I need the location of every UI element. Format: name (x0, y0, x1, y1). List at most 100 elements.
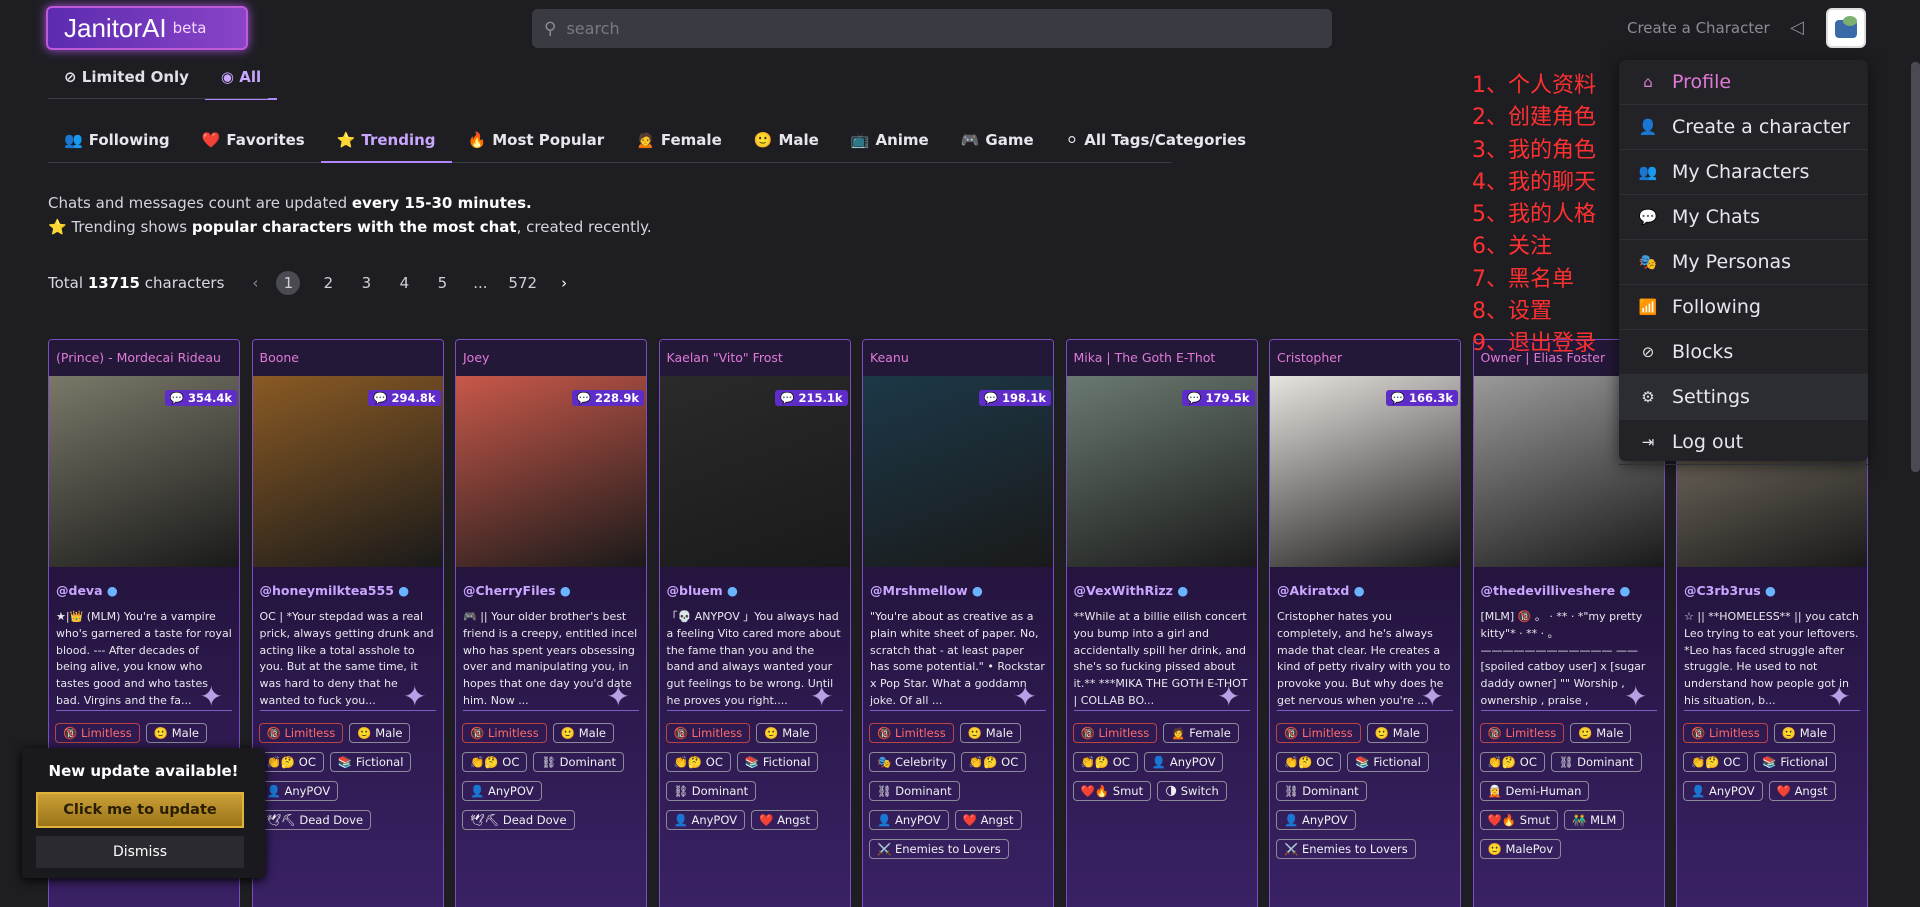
card-image[interactable]: 💬 215.1k (659, 376, 850, 567)
menu-item-following[interactable]: 📶 Following (1619, 285, 1868, 330)
page-3[interactable]: 3 (356, 274, 376, 292)
tag[interactable]: 👤 AnyPOV (1276, 810, 1356, 830)
tag[interactable]: 👏🤔 OC (960, 752, 1027, 772)
page-572[interactable]: 572 (508, 274, 537, 292)
card-image[interactable]: 💬 228.9k (456, 376, 646, 567)
tag[interactable]: ❤️ Angst (1768, 781, 1836, 801)
tab-following[interactable]: 👥 Following (48, 125, 186, 163)
dismiss-button[interactable]: Dismiss (36, 836, 244, 868)
tag[interactable]: 🙂 Male (349, 723, 411, 743)
tab-all-tags-categories[interactable]: ⚪ All Tags/Categories (1050, 125, 1262, 163)
card-creator[interactable]: @CherryFiles ● (456, 567, 646, 598)
tag[interactable]: 🔞 Limitless (1276, 723, 1361, 743)
tag[interactable]: ⛓ Dominant (1276, 781, 1367, 801)
page-1[interactable]: 1 (276, 271, 301, 295)
tag[interactable]: 🎭 Celebrity (869, 752, 955, 772)
tag[interactable]: ❤️🔥 Smut (1479, 810, 1559, 830)
announcement-icon[interactable]: ◁ (1790, 17, 1812, 39)
card-creator[interactable]: @Akiratxd ● (1270, 567, 1460, 598)
card-image[interactable]: 💬 354.4k (49, 376, 239, 567)
menu-item-blocks[interactable]: ⊘ Blocks (1619, 330, 1868, 375)
tag[interactable]: ⚔️ Enemies to Lovers (869, 839, 1009, 859)
tag[interactable]: 📚 Fictional (1347, 752, 1429, 772)
tag[interactable]: 📚 Fictional (1754, 752, 1836, 772)
tag[interactable]: 👤 AnyPOV (665, 810, 746, 830)
tag[interactable]: ⛓ Dominant (869, 781, 960, 801)
card-creator[interactable]: @VexWithRizz ● (1067, 567, 1257, 598)
tag[interactable]: 🔞 Limitless (258, 723, 344, 743)
tag[interactable]: 🙂 Male (552, 723, 614, 743)
tab-male[interactable]: 🙂 Male (738, 125, 835, 163)
tab-favorites[interactable]: ❤️ Favorites (186, 125, 321, 163)
tag[interactable]: 👏🤔 OC (1072, 752, 1138, 772)
character-card[interactable]: Keanu 💬 198.1k @Mrshmellow ● "You're about … (862, 339, 1054, 907)
tag[interactable]: 🙂 Male (959, 723, 1021, 743)
tag[interactable]: 🙍 Female (1163, 723, 1239, 743)
character-card[interactable]: Boone 💬 294.8k @honeymilktea555 ● OC | *You… (251, 339, 444, 907)
tag[interactable]: 🕊⛏ Dead Dove (462, 810, 575, 830)
tag[interactable]: 🔞 Limitless (869, 723, 954, 743)
character-card[interactable]: Joey 💬 228.9k @CherryFiles ● 🎮 || Your olde… (455, 339, 647, 907)
tag[interactable]: 👏🤔 OC (1276, 752, 1342, 772)
tag[interactable]: 🌗 Switch (1157, 781, 1227, 801)
menu-item-my-chats[interactable]: 💬 My Chats (1619, 195, 1868, 240)
tab-most-popular[interactable]: 🔥 Most Popular (452, 125, 621, 163)
tag[interactable]: 🙂 Male (145, 723, 207, 743)
menu-item-create-a-character[interactable]: 👤 Create a character (1619, 105, 1868, 150)
tag[interactable]: 🙂 Male (1773, 723, 1835, 743)
update-button[interactable]: Click me to update (36, 792, 244, 828)
tab-game[interactable]: 🎮 Game (945, 125, 1050, 163)
card-creator[interactable]: @Mrshmellow ● (863, 567, 1053, 598)
tag[interactable]: 🔞 Limitless (1072, 723, 1158, 743)
create-character-link[interactable]: Create a Character (1627, 19, 1770, 37)
tag[interactable]: 👏🤔 OC (1479, 752, 1545, 772)
menu-item-my-personas[interactable]: 🎭 My Personas (1619, 240, 1868, 285)
tab-trending[interactable]: ⭐ Trending (320, 125, 452, 163)
tag[interactable]: ⛓ Dominant (1550, 752, 1642, 772)
tag[interactable]: 👤 AnyPOV (258, 781, 339, 801)
tag[interactable]: 👏🤔 OC (258, 752, 324, 772)
logo[interactable]: JanitorAI beta (46, 6, 248, 50)
page-5[interactable]: 5 (432, 274, 452, 292)
tag[interactable]: 🙂 MalePov (1479, 839, 1562, 859)
tag[interactable]: 🙂 Male (1570, 723, 1632, 743)
menu-item-settings[interactable]: ⚙ Settings (1619, 375, 1868, 420)
tag[interactable]: 👏🤔 OC (1683, 752, 1749, 772)
character-card[interactable]: Kaelan "Vito" Frost 💬 215.1k @bluem ● 「💀 AN… (658, 339, 851, 907)
tab-female[interactable]: 🙍 Female (620, 125, 738, 163)
next-page-icon[interactable]: › (561, 274, 567, 292)
tag[interactable]: 📚 Fictional (329, 752, 412, 772)
card-creator[interactable]: @deva ● (49, 567, 239, 598)
tag[interactable]: 🧝 Demi-Human (1479, 781, 1590, 801)
card-image[interactable]: 💬 294.8k (252, 376, 443, 567)
tag[interactable]: 🙂 Male (1366, 723, 1428, 743)
filter-limited-only[interactable]: ⊘ Limited Only (48, 60, 205, 100)
tag[interactable]: 🔞 Limitless (1683, 723, 1768, 743)
tag[interactable]: 👏🤔 OC (665, 752, 731, 772)
page-4[interactable]: 4 (394, 274, 414, 292)
tag[interactable]: 🔞 Limitless (665, 723, 751, 743)
card-creator[interactable]: @thedevilliveshere ● (1474, 567, 1664, 598)
card-creator[interactable]: @C3rb3rus ● (1677, 567, 1867, 598)
tag[interactable]: ⚔️ Enemies to Lovers (1276, 839, 1416, 859)
tag[interactable]: 🕊⛏ Dead Dove (258, 810, 372, 830)
tag[interactable]: ❤️🔥 Smut (1072, 781, 1152, 801)
card-image[interactable]: 💬 166.3k (1270, 376, 1460, 567)
tag[interactable]: 🔞 Limitless (1479, 723, 1565, 743)
menu-item-profile[interactable]: ⌂ Profile (1619, 60, 1868, 105)
character-card[interactable]: Mika | The Goth E-Thot 💬 179.5k @VexWithRi… (1065, 339, 1258, 907)
tag[interactable]: 👤 AnyPOV (462, 781, 542, 801)
user-avatar[interactable] (1826, 8, 1866, 48)
menu-item-my-characters[interactable]: 👥 My Characters (1619, 150, 1868, 195)
character-card[interactable]: Cristopher 💬 166.3k @Akiratxd ● Cristopher … (1269, 339, 1461, 907)
tag[interactable]: 👤 AnyPOV (869, 810, 949, 830)
tag[interactable]: 📚 Fictional (736, 752, 819, 772)
tag[interactable]: ❤️ Angst (751, 810, 819, 830)
tag[interactable]: 👤 AnyPOV (1683, 781, 1763, 801)
tag[interactable]: 🔞 Limitless (55, 723, 140, 743)
scrollbar[interactable] (1911, 62, 1920, 472)
tag[interactable]: ❤️ Angst (954, 810, 1022, 830)
tag[interactable]: ⛓ Dominant (533, 752, 625, 772)
tag[interactable]: 👬 MLM (1564, 810, 1625, 830)
card-image[interactable]: 💬 179.5k (1066, 376, 1257, 567)
